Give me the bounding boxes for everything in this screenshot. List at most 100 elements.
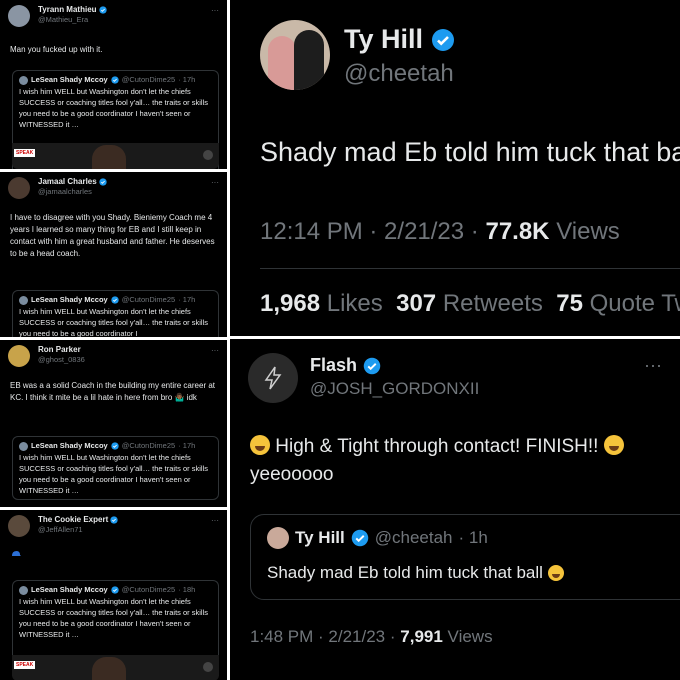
quotes-label[interactable]: Quote Tweets [590,290,680,317]
more-options-icon[interactable]: ··· [211,178,219,187]
verified-badge-icon [111,296,119,304]
tweet-text: High & Tight through contact! FINISH!! y… [250,433,680,489]
quoted-tweet[interactable]: LeSean Shady Mccoy @CutonDime25 · 17h I … [12,436,219,500]
quoted-avatar [19,585,28,595]
quoted-tweet[interactable]: Ty Hill @cheetah · 1h Shady mad Eb told … [250,514,680,600]
author-name[interactable]: Tyrann Mathieu [38,5,107,15]
quoted-author-handle: @CutonDime25 [121,75,176,84]
likes-label[interactable]: Likes [327,290,383,317]
avatar[interactable] [260,20,330,90]
tweet-panel-tyrann-mathieu: Tyrann Mathieu @Mathieu_Era ··· Man you … [0,0,227,169]
author-handle[interactable]: @JeffAllen71 [38,525,118,535]
tweet-metadata: 12:14 PM · 2/21/23 · 77.8K Views [260,218,620,246]
quoted-tweet-text: I wish him WELL but Washington don't let… [19,453,208,495]
quotes-count[interactable]: 75 [556,290,583,317]
author-handle[interactable]: @Mathieu_Era [38,15,107,25]
tweet-timestamp[interactable]: 12:14 PM · 2/21/23 · [260,218,479,245]
author-handle[interactable]: @jamaalcharles [38,187,107,197]
quoted-tweet[interactable]: LeSean Shady Mccoy @CutonDime25 · 17h I … [12,290,219,337]
more-options-icon[interactable]: ··· [211,6,219,15]
speak-logo: SPEAK [14,149,36,157]
avatar[interactable] [8,5,30,27]
avatar[interactable] [8,177,30,199]
tweet-stats: 1,968 Likes 307 Retweets 75 Quote Tweets [260,290,680,318]
author-handle[interactable]: @ghost_0836 [38,355,85,365]
author-name-text: Tyrann Mathieu [38,5,97,14]
quoted-tweet-header: Ty Hill @cheetah · 1h [267,527,488,549]
verified-badge-icon [99,178,107,186]
quoted-avatar [267,527,289,549]
media-thumbnail-person [92,145,126,169]
tweet-header: The Cookie Expert @JeffAllen71 [8,515,118,537]
tweet-panel-cookie-expert: The Cookie Expert @JeffAllen71 ··· LeSea… [0,510,227,680]
quoted-tweet-text: I wish him WELL but Washington don't let… [19,87,208,129]
verified-badge-icon [98,6,107,14]
author-name[interactable]: Jamaal Charles [38,177,107,187]
retweets-label[interactable]: Retweets [443,290,543,317]
quoted-timestamp: · 17h [178,295,196,304]
tweet-metadata: 1:48 PM · 2/21/23 · 7,991 Views [250,627,493,647]
tweet-text: EB was a a solid Coach in the building m… [10,381,215,402]
tweet-text: Shady mad Eb told him tuck that ball [260,137,680,167]
quoted-avatar [19,295,28,305]
author-name[interactable]: Ron Parker [38,345,85,355]
tweet-timestamp[interactable]: 1:48 PM · 2/21/23 · [250,627,396,646]
quoted-author-handle: @cheetah [374,528,453,547]
more-options-icon[interactable]: ··· [211,516,219,525]
quoted-timestamp: · 17h [178,75,196,84]
quoted-tweet-text: Shady mad Eb told him tuck that ball [267,563,564,583]
views-label: Views [447,627,493,646]
author-handle[interactable]: @JOSH_GORDONXII [310,379,479,399]
more-options-icon[interactable]: ··· [644,355,662,376]
author-handle[interactable]: @cheetah [344,60,454,88]
quoted-tweet-header: LeSean Shady Mccoy @CutonDime25 · 17h [19,441,212,451]
media-options-icon[interactable] [203,662,213,672]
tweet-text-continuation: yeeooooo [250,464,334,485]
laughing-emoji-icon [250,435,270,455]
tweet-text: I have to disagree with you Shady. Bieni… [10,213,215,258]
views-count: 77.8K [485,218,550,245]
quoted-media[interactable]: SPEAK [12,143,219,169]
author-name[interactable]: Ty Hill [344,24,455,55]
quoted-tweet-header: LeSean Shady Mccoy @CutonDime25 · 17h [19,295,212,305]
quoted-author-handle: @CutonDime25 [121,441,176,450]
cap-emoji-icon [12,551,21,556]
tweet-text: Man you fucked up with it. [10,45,103,54]
author-name-text: Flash [310,355,358,375]
verified-badge-icon [111,442,119,450]
quoted-timestamp: · 18h [178,585,196,594]
media-options-icon[interactable] [203,150,213,160]
quoted-tweet-text: I wish him WELL but Washington don't let… [19,597,208,639]
author-name[interactable]: Flash [310,355,381,376]
quoted-avatar [19,75,28,85]
quoted-timestamp: · 1h [458,528,488,547]
speak-logo: SPEAK [14,661,36,669]
quoted-tweet-header: LeSean Shady Mccoy @CutonDime25 · 17h [19,75,212,85]
likes-count[interactable]: 1,968 [260,290,320,317]
more-options-icon[interactable]: ··· [211,346,219,355]
avatar[interactable] [248,353,298,403]
author-name[interactable]: The Cookie Expert [38,515,118,525]
views-count: 7,991 [400,627,443,646]
media-thumbnail-person [92,657,126,680]
quoted-author-handle: @CutonDime25 [121,295,176,304]
verified-badge-icon [110,516,118,524]
tweet-panel-ty-hill: Ty Hill @cheetah Shady mad Eb told him t… [230,0,680,336]
laughing-emoji-icon [547,565,564,581]
quoted-author-name: LeSean Shady Mccoy [31,585,108,594]
tweet-panel-flash: Flash @JOSH_GORDONXII ··· High & Tight t… [230,339,680,680]
verified-badge-icon [111,586,119,594]
verified-badge-icon [363,357,381,374]
avatar[interactable] [8,515,30,537]
quoted-media[interactable]: SPEAK [12,655,219,680]
laughing-emoji-icon [603,435,624,455]
avatar[interactable] [8,345,30,367]
avatar-person-left [268,36,296,90]
tweet-header: Ron Parker @ghost_0836 [8,345,85,367]
quoted-author-name: LeSean Shady Mccoy [31,441,108,450]
retweets-count[interactable]: 307 [396,290,436,317]
author-name-text: Ty Hill [344,24,424,54]
verified-badge-icon [432,28,455,51]
avatar-person-right [294,30,324,90]
quoted-author-handle: @CutonDime25 [121,585,176,594]
